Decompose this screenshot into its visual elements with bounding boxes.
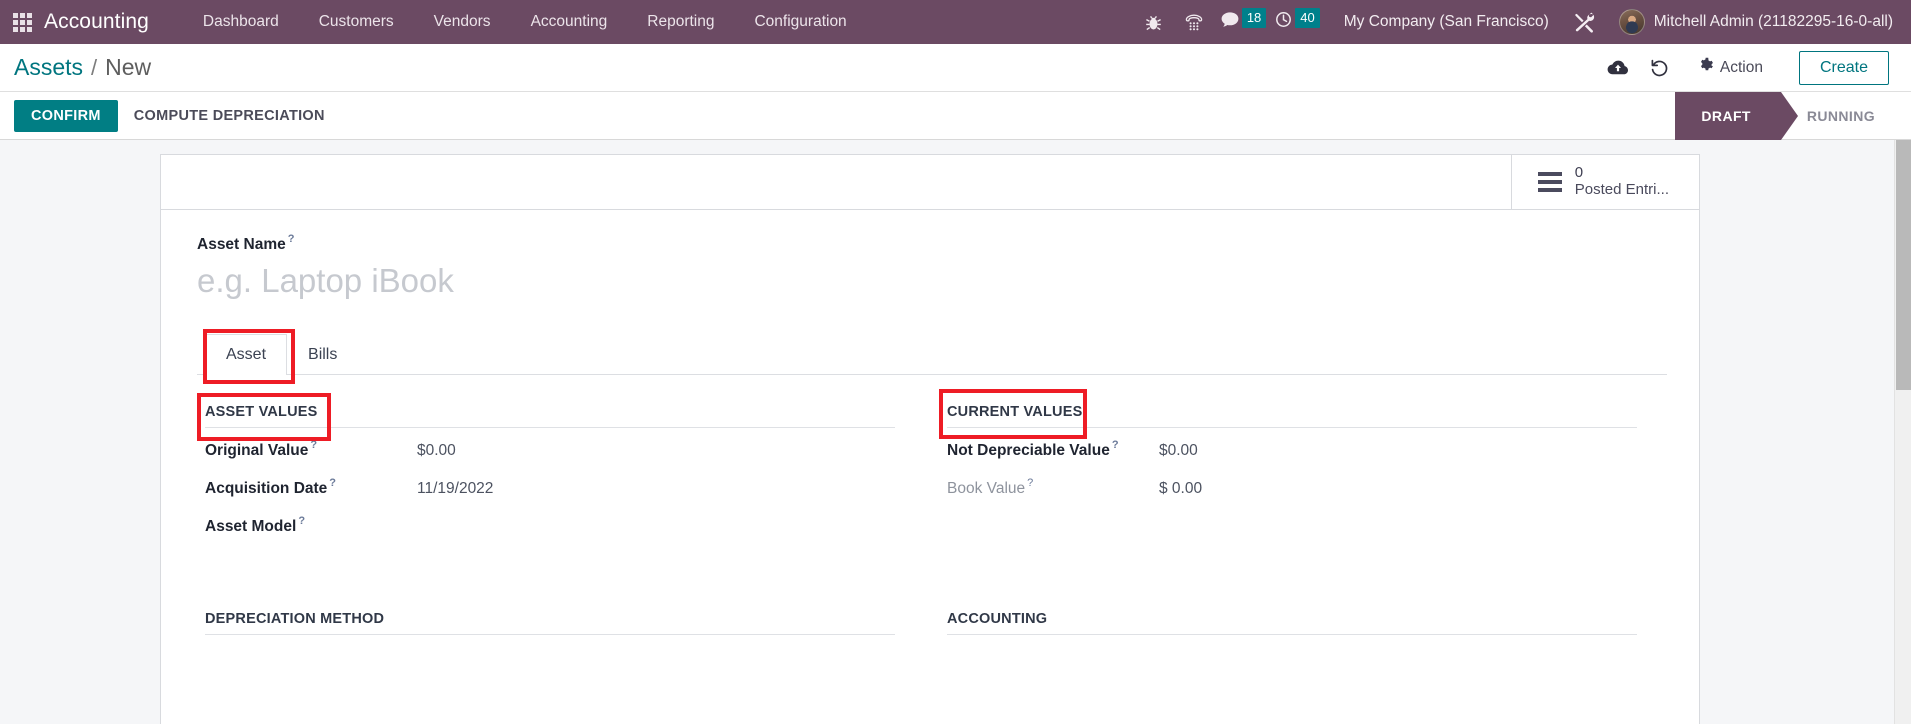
group-depreciation-method: DEPRECIATION METHOD — [205, 610, 895, 649]
notebook-tabs: Asset Bills — [197, 334, 1667, 375]
action-menu-button[interactable]: Action — [1681, 57, 1777, 78]
menu-item-accounting[interactable]: Accounting — [511, 0, 628, 44]
asset-values-title: ASSET VALUES — [205, 404, 895, 428]
action-menu-label: Action — [1720, 59, 1763, 77]
bug-icon[interactable] — [1134, 0, 1174, 44]
group-current-values: CURRENT VALUES Not Depreciable Value? $0… — [947, 403, 1637, 556]
activities-counter[interactable]: 40 — [1268, 0, 1321, 44]
original-value-tooltip-icon[interactable]: ? — [310, 439, 317, 451]
menu-item-reporting[interactable]: Reporting — [627, 0, 734, 44]
field-row-original-value: Original Value? $0.00 — [205, 442, 895, 480]
user-name-label: Mitchell Admin (21182295-16-0-all) — [1654, 13, 1893, 31]
stat-button-box: 0 Posted Entri... — [161, 155, 1699, 210]
book-value-field: $ 0.00 — [1159, 480, 1202, 498]
asset-name-tooltip-icon[interactable]: ? — [288, 233, 295, 245]
posted-entries-count: 0 — [1575, 164, 1669, 181]
breadcrumb: Assets / New — [14, 54, 151, 81]
acquisition-date-field[interactable]: 11/19/2022 — [417, 480, 493, 498]
not-depreciable-value-tooltip-icon[interactable]: ? — [1112, 439, 1119, 451]
tab-bills[interactable]: Bills — [287, 334, 358, 375]
current-values-title: CURRENT VALUES — [947, 404, 1637, 428]
asset-name-group: Asset Name? — [197, 236, 1667, 310]
main-menu: Dashboard Customers Vendors Accounting R… — [183, 0, 867, 44]
gear-icon — [1697, 57, 1713, 78]
clock-icon — [1274, 10, 1294, 34]
user-menu[interactable]: Mitchell Admin (21182295-16-0-all) — [1605, 9, 1901, 35]
asset-name-input[interactable] — [197, 256, 1017, 310]
field-row-asset-model: Asset Model? — [205, 518, 895, 556]
scrollbar-thumb[interactable] — [1896, 140, 1911, 390]
navbar-right-tools: 18 40 My Company (San Francisco) Mitchel… — [1134, 0, 1911, 44]
state-draft[interactable]: DRAFT — [1675, 92, 1780, 140]
original-value-field[interactable]: $0.00 — [417, 442, 456, 460]
phone-dialpad-icon[interactable] — [1174, 0, 1214, 44]
control-panel-actions: Action Create — [1597, 51, 1889, 85]
chat-bubble-icon — [1220, 10, 1241, 34]
notebook: Asset Bills ASSET VALUES Original Value? — [197, 334, 1667, 649]
top-navbar: Accounting Dashboard Customers Vendors A… — [0, 0, 1911, 44]
field-row-acquisition-date: Acquisition Date? 11/19/2022 — [205, 480, 895, 518]
breadcrumb-separator: / — [91, 55, 97, 81]
wrench-screwdriver-icon[interactable] — [1565, 0, 1605, 44]
posted-entries-stat-button[interactable]: 0 Posted Entri... — [1511, 155, 1699, 209]
bars-icon — [1538, 172, 1562, 192]
book-value-label: Book Value? — [947, 480, 1159, 498]
state-running[interactable]: RUNNING — [1781, 92, 1897, 140]
posted-entries-label: Posted Entri... — [1575, 181, 1669, 198]
depreciation-method-title: DEPRECIATION METHOD — [205, 611, 895, 635]
menu-item-dashboard[interactable]: Dashboard — [183, 0, 299, 44]
create-button[interactable]: Create — [1799, 51, 1889, 85]
acquisition-date-label: Acquisition Date? — [205, 480, 417, 498]
form-sheet: 0 Posted Entri... Asset Name? Asset Bill… — [160, 154, 1700, 724]
form-fields: Asset Name? Asset Bills ASSET VALUES — [161, 210, 1699, 649]
original-value-label: Original Value? — [205, 442, 417, 460]
control-panel-breadcrumb-bar: Assets / New Action Create — [0, 44, 1911, 92]
group-asset-values: ASSET VALUES Original Value? $0.00 Acqui… — [205, 403, 895, 556]
field-row-book-value: Book Value? $ 0.00 — [947, 480, 1637, 518]
tab-asset[interactable]: Asset — [205, 334, 287, 375]
messages-count-badge: 18 — [1242, 8, 1266, 28]
asset-model-label: Asset Model? — [205, 518, 417, 536]
form-status-bar: CONFIRM COMPUTE DEPRECIATION DRAFT RUNNI… — [0, 92, 1911, 140]
activities-count-badge: 40 — [1295, 8, 1319, 28]
menu-item-configuration[interactable]: Configuration — [734, 0, 866, 44]
company-switcher[interactable]: My Company (San Francisco) — [1322, 13, 1565, 31]
undo-icon[interactable] — [1639, 51, 1681, 85]
asset-name-label: Asset Name? — [197, 236, 294, 254]
not-depreciable-value-field[interactable]: $0.00 — [1159, 442, 1198, 460]
avatar — [1619, 9, 1645, 35]
acquisition-date-tooltip-icon[interactable]: ? — [329, 477, 336, 489]
asset-model-tooltip-icon[interactable]: ? — [298, 515, 305, 527]
menu-item-customers[interactable]: Customers — [299, 0, 414, 44]
apps-menu-toggle[interactable] — [0, 0, 44, 44]
accounting-title: ACCOUNTING — [947, 611, 1637, 635]
messages-counter[interactable]: 18 — [1214, 0, 1268, 44]
apps-grid-icon — [13, 13, 32, 32]
state-statusbar: DRAFT RUNNING — [1675, 92, 1911, 140]
group-accounting: ACCOUNTING — [947, 610, 1637, 649]
groups-row-2: DEPRECIATION METHOD ACCOUNTING — [197, 582, 1667, 649]
confirm-button[interactable]: CONFIRM — [14, 100, 118, 132]
field-row-not-depreciable-value: Not Depreciable Value? $0.00 — [947, 442, 1637, 480]
breadcrumb-root[interactable]: Assets — [14, 54, 83, 81]
form-content-area: 0 Posted Entri... Asset Name? Asset Bill… — [0, 140, 1911, 724]
vertical-scrollbar[interactable] — [1894, 140, 1911, 724]
menu-item-vendors[interactable]: Vendors — [414, 0, 511, 44]
book-value-tooltip-icon[interactable]: ? — [1027, 477, 1033, 489]
cloud-upload-icon[interactable] — [1597, 51, 1639, 85]
compute-depreciation-button[interactable]: COMPUTE DEPRECIATION — [118, 100, 341, 132]
breadcrumb-current: New — [105, 54, 151, 81]
not-depreciable-value-label: Not Depreciable Value? — [947, 442, 1159, 460]
app-brand-name[interactable]: Accounting — [44, 10, 149, 34]
groups-row-1: ASSET VALUES Original Value? $0.00 Acqui… — [197, 375, 1667, 556]
